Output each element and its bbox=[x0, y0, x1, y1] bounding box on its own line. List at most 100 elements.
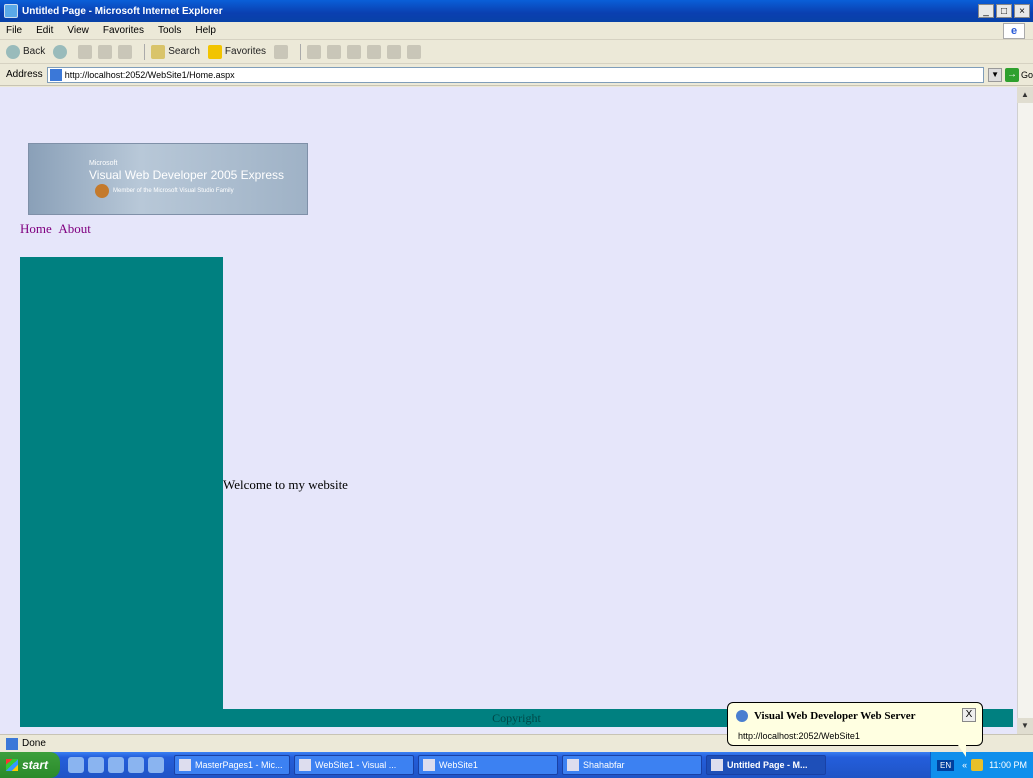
refresh-icon[interactable] bbox=[98, 44, 113, 59]
favorites-label: Favorites bbox=[224, 46, 267, 57]
vs-doc-icon bbox=[179, 759, 191, 771]
minimize-button[interactable]: _ bbox=[978, 4, 994, 18]
task-shahabfar-folder[interactable]: Shahabfar bbox=[562, 755, 702, 775]
vs-icon bbox=[299, 759, 311, 771]
explorer-quick-icon[interactable] bbox=[148, 757, 164, 773]
back-arrow-icon bbox=[6, 44, 20, 59]
forward-arrow-icon bbox=[53, 44, 68, 59]
start-label: start bbox=[22, 758, 49, 772]
task-label: Shahabfar bbox=[583, 760, 625, 770]
search-button[interactable]: Search bbox=[151, 44, 200, 59]
task-label: MasterPages1 - Mic... bbox=[195, 760, 283, 770]
maximize-button[interactable]: □ bbox=[996, 4, 1012, 18]
nav-about-link[interactable]: About bbox=[58, 221, 91, 236]
task-label: WebSite1 - Visual ... bbox=[315, 760, 397, 770]
menu-view[interactable]: View bbox=[67, 25, 89, 36]
logo-product-text: Visual Web Developer 2005 Express bbox=[89, 168, 284, 182]
vwd-logo-banner: Microsoft Visual Web Developer 2005 Expr… bbox=[28, 143, 308, 215]
search-label: Search bbox=[168, 46, 200, 57]
web-server-icon bbox=[736, 710, 748, 722]
go-label: Go bbox=[1020, 69, 1033, 80]
address-dropdown-icon[interactable]: ▼ bbox=[988, 67, 1002, 82]
toolbar: Back Search Favorites bbox=[0, 40, 1033, 64]
home-icon[interactable] bbox=[118, 44, 133, 59]
ie-task-icon bbox=[711, 759, 723, 771]
page-viewport: Microsoft Visual Web Developer 2005 Expr… bbox=[0, 87, 1033, 734]
clock: 11:00 PM bbox=[989, 760, 1027, 770]
windows-logo-icon: e bbox=[1003, 23, 1025, 39]
quick-launch bbox=[68, 757, 168, 773]
ie-quick-icon[interactable] bbox=[88, 757, 104, 773]
task-untitled-page[interactable]: Untitled Page - M... bbox=[706, 755, 826, 775]
scroll-down-icon[interactable]: ▼ bbox=[1017, 718, 1033, 734]
nav-home-link[interactable]: Home bbox=[20, 221, 52, 236]
sidebar bbox=[20, 257, 223, 709]
task-label: Untitled Page - M... bbox=[727, 760, 808, 770]
title-bar: Untitled Page - Microsoft Internet Explo… bbox=[0, 0, 1033, 22]
notification-balloon[interactable]: Visual Web Developer Web Server X http:/… bbox=[727, 702, 983, 746]
folder-icon bbox=[423, 759, 435, 771]
star-icon bbox=[207, 44, 222, 59]
search-icon bbox=[151, 44, 166, 59]
vs-logo-icon bbox=[95, 184, 109, 198]
tray-expand-icon[interactable]: « bbox=[962, 760, 967, 770]
media-quick-icon[interactable] bbox=[108, 757, 124, 773]
windows-flag-icon bbox=[6, 759, 18, 771]
window-title: Untitled Page - Microsoft Internet Explo… bbox=[22, 5, 223, 17]
edit-icon[interactable] bbox=[347, 44, 362, 59]
go-button[interactable]: → Go bbox=[1004, 67, 1033, 82]
toolbar-separator bbox=[300, 43, 302, 60]
stop-icon[interactable] bbox=[78, 44, 93, 59]
print-icon[interactable] bbox=[327, 44, 342, 59]
messenger-icon[interactable] bbox=[387, 44, 402, 59]
show-desktop-icon[interactable] bbox=[68, 757, 84, 773]
research-icon[interactable] bbox=[407, 44, 422, 59]
status-page-icon bbox=[6, 737, 18, 750]
favorites-button[interactable]: Favorites bbox=[207, 44, 267, 59]
forward-button[interactable] bbox=[53, 44, 70, 59]
site-nav: Home About bbox=[20, 221, 95, 237]
balloon-tail bbox=[958, 745, 966, 757]
language-indicator[interactable]: EN bbox=[937, 759, 955, 771]
address-url: http://localhost:2052/WebSite1/Home.aspx bbox=[64, 69, 235, 80]
messenger-quick-icon[interactable] bbox=[128, 757, 144, 773]
address-input[interactable]: http://localhost:2052/WebSite1/Home.aspx bbox=[46, 66, 985, 83]
mail-icon[interactable] bbox=[307, 44, 322, 59]
menu-help[interactable]: Help bbox=[195, 25, 216, 36]
task-website1-visual[interactable]: WebSite1 - Visual ... bbox=[294, 755, 414, 775]
toolbar-separator bbox=[144, 43, 146, 60]
task-masterpages[interactable]: MasterPages1 - Mic... bbox=[174, 755, 290, 775]
taskbar: start MasterPages1 - Mic... WebSite1 - V… bbox=[0, 752, 1033, 778]
task-website1-folder[interactable]: WebSite1 bbox=[418, 755, 558, 775]
menu-tools[interactable]: Tools bbox=[158, 25, 181, 36]
folder-icon bbox=[567, 759, 579, 771]
status-text: Done bbox=[22, 738, 46, 749]
back-button[interactable]: Back bbox=[6, 44, 46, 59]
system-tray: EN « 11:00 PM bbox=[930, 752, 1033, 778]
window-controls: _ □ × bbox=[978, 4, 1030, 18]
page-icon bbox=[49, 68, 62, 81]
menu-edit[interactable]: Edit bbox=[36, 25, 53, 36]
task-label: WebSite1 bbox=[439, 760, 478, 770]
menu-file[interactable]: File bbox=[6, 25, 22, 36]
address-bar: Address http://localhost:2052/WebSite1/H… bbox=[0, 64, 1033, 86]
menu-bar: File Edit View Favorites Tools Help e bbox=[0, 22, 1033, 40]
balloon-url: http://localhost:2052/WebSite1 bbox=[738, 731, 860, 741]
balloon-close-button[interactable]: X bbox=[962, 708, 976, 722]
close-button[interactable]: × bbox=[1014, 4, 1030, 18]
go-arrow-icon: → bbox=[1004, 67, 1019, 82]
media-icon[interactable] bbox=[274, 44, 289, 59]
logo-tagline: Member of the Microsoft Visual Studio Fa… bbox=[113, 188, 234, 194]
start-button[interactable]: start bbox=[0, 752, 60, 778]
address-label: Address bbox=[6, 69, 43, 80]
logo-ms-text: Microsoft bbox=[89, 160, 118, 167]
web-server-tray-icon[interactable] bbox=[971, 759, 984, 771]
ie-app-icon[interactable] bbox=[4, 4, 18, 18]
welcome-text: Welcome to my website bbox=[223, 477, 348, 492]
scroll-up-icon[interactable]: ▲ bbox=[1017, 87, 1033, 103]
balloon-title: Visual Web Developer Web Server bbox=[754, 710, 916, 722]
back-label: Back bbox=[23, 46, 46, 57]
menu-favorites[interactable]: Favorites bbox=[103, 25, 144, 36]
vertical-scrollbar[interactable]: ▲ ▼ bbox=[1017, 87, 1033, 734]
folder-icon[interactable] bbox=[367, 44, 382, 59]
